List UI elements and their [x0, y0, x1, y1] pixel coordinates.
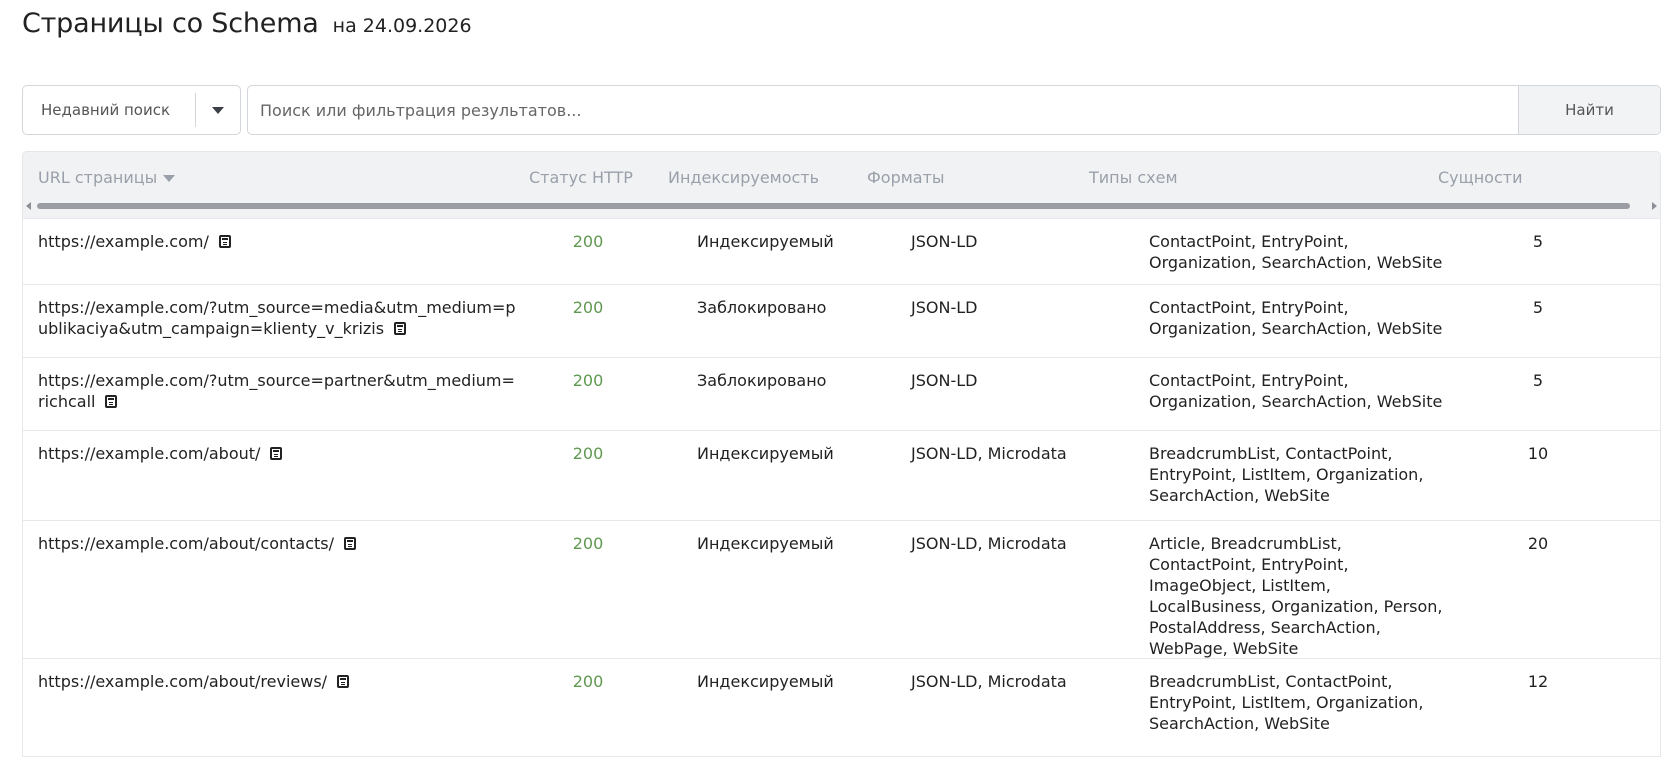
- page-url[interactable]: https://example.com/?utm_source=media&ut…: [38, 298, 516, 338]
- status-cell: 200: [572, 444, 604, 463]
- table-row: https://example.com/ 200 Индексируемый J…: [22, 218, 1661, 285]
- page-url[interactable]: https://example.com/: [38, 232, 209, 251]
- chevron-down-icon[interactable]: [196, 106, 240, 114]
- formats-cell: JSON-LD: [911, 298, 978, 317]
- scroll-right-arrow-icon[interactable]: [1652, 202, 1657, 210]
- entities-cell: 12: [1527, 672, 1549, 691]
- indexability-cell: Заблокировано: [697, 298, 827, 317]
- indexability-cell: Индексируемый: [697, 534, 834, 553]
- table-row: https://example.com/about/ 200 Индексиру…: [22, 431, 1661, 521]
- results-table: URL страницы Статус HTTP Индексируемость…: [22, 151, 1661, 757]
- page-title: Страницы со Schema: [22, 8, 319, 39]
- schema-types-cell: BreadcrumbList, ContactPoint, EntryPoint…: [1149, 672, 1424, 733]
- schema-types-cell: Article, BreadcrumbList, ContactPoint, E…: [1149, 534, 1443, 658]
- schema-types-cell: ContactPoint, EntryPoint, Organization, …: [1149, 232, 1443, 272]
- search-bar: Недавний поиск Найти: [22, 85, 1661, 135]
- column-header-indexability[interactable]: Индексируемость: [668, 168, 819, 187]
- url-cell: https://example.com/?utm_source=partner&…: [38, 370, 518, 412]
- page-header: Страницы со Schema на 24.09.2026: [22, 8, 472, 39]
- column-header-url[interactable]: URL страницы: [38, 168, 176, 187]
- formats-cell: JSON-LD, Microdata: [911, 444, 1067, 463]
- table-row: https://example.com/?utm_source=partner&…: [22, 358, 1661, 431]
- column-header-schema-types[interactable]: Типы схем: [1089, 168, 1178, 187]
- status-cell: 200: [572, 672, 604, 691]
- table-body: https://example.com/ 200 Индексируемый J…: [22, 218, 1661, 757]
- status-cell: 200: [572, 232, 604, 251]
- scrollbar-thumb[interactable]: [37, 203, 1630, 209]
- table-header: URL страницы Статус HTTP Индексируемость…: [22, 151, 1661, 218]
- indexability-cell: Индексируемый: [697, 232, 834, 251]
- url-cell: https://example.com/: [38, 231, 518, 252]
- find-button[interactable]: Найти: [1518, 86, 1660, 134]
- entities-cell: 5: [1532, 371, 1544, 390]
- schema-types-cell: ContactPoint, EntryPoint, Organization, …: [1149, 371, 1443, 411]
- indexability-cell: Заблокировано: [697, 371, 827, 390]
- table-row: https://example.com/about/reviews/ 200 И…: [22, 659, 1661, 757]
- page-details-icon[interactable]: [270, 447, 283, 460]
- page-details-icon[interactable]: [337, 675, 350, 688]
- status-cell: 200: [572, 534, 604, 553]
- page-url[interactable]: https://example.com/about/contacts/: [38, 534, 334, 553]
- url-cell: https://example.com/about/: [38, 443, 518, 464]
- formats-cell: JSON-LD: [911, 371, 978, 390]
- page-details-icon[interactable]: [218, 235, 231, 248]
- search-input[interactable]: [248, 86, 1518, 134]
- url-cell: https://example.com/?utm_source=media&ut…: [38, 297, 518, 339]
- search-box: Найти: [247, 85, 1661, 135]
- entities-cell: 5: [1532, 298, 1544, 317]
- recent-search-dropdown[interactable]: Недавний поиск: [22, 85, 241, 135]
- page-url[interactable]: https://example.com/about/reviews/: [38, 672, 327, 691]
- page-url[interactable]: https://example.com/about/: [38, 444, 260, 463]
- entities-cell: 20: [1527, 534, 1549, 553]
- column-header-status[interactable]: Статус HTTP: [529, 168, 633, 187]
- formats-cell: JSON-LD: [911, 232, 978, 251]
- indexability-cell: Индексируемый: [697, 672, 834, 691]
- column-header-entities[interactable]: Сущности: [1438, 168, 1522, 187]
- formats-cell: JSON-LD, Microdata: [911, 672, 1067, 691]
- table-row: https://example.com/about/contacts/ 200 …: [22, 521, 1661, 659]
- entities-cell: 10: [1527, 444, 1549, 463]
- page-details-icon[interactable]: [394, 322, 407, 335]
- indexability-cell: Индексируемый: [697, 444, 834, 463]
- table-row: https://example.com/?utm_source=media&ut…: [22, 285, 1661, 358]
- formats-cell: JSON-LD, Microdata: [911, 534, 1067, 553]
- schema-types-cell: ContactPoint, EntryPoint, Organization, …: [1149, 298, 1443, 338]
- recent-search-label: Недавний поиск: [41, 101, 171, 119]
- horizontal-scrollbar[interactable]: [23, 201, 1660, 211]
- report-date: на 24.09.2026: [332, 15, 472, 37]
- page-details-icon[interactable]: [344, 537, 357, 550]
- column-header-formats[interactable]: Форматы: [867, 168, 945, 187]
- scroll-left-arrow-icon[interactable]: [26, 202, 31, 210]
- page-details-icon[interactable]: [105, 395, 118, 408]
- url-cell: https://example.com/about/reviews/: [38, 671, 518, 692]
- status-cell: 200: [572, 371, 604, 390]
- column-header-url-label: URL страницы: [38, 168, 158, 187]
- entities-cell: 5: [1532, 232, 1544, 251]
- status-cell: 200: [572, 298, 604, 317]
- url-cell: https://example.com/about/contacts/: [38, 533, 518, 554]
- schema-types-cell: BreadcrumbList, ContactPoint, EntryPoint…: [1149, 444, 1424, 505]
- sort-down-icon: [163, 175, 176, 182]
